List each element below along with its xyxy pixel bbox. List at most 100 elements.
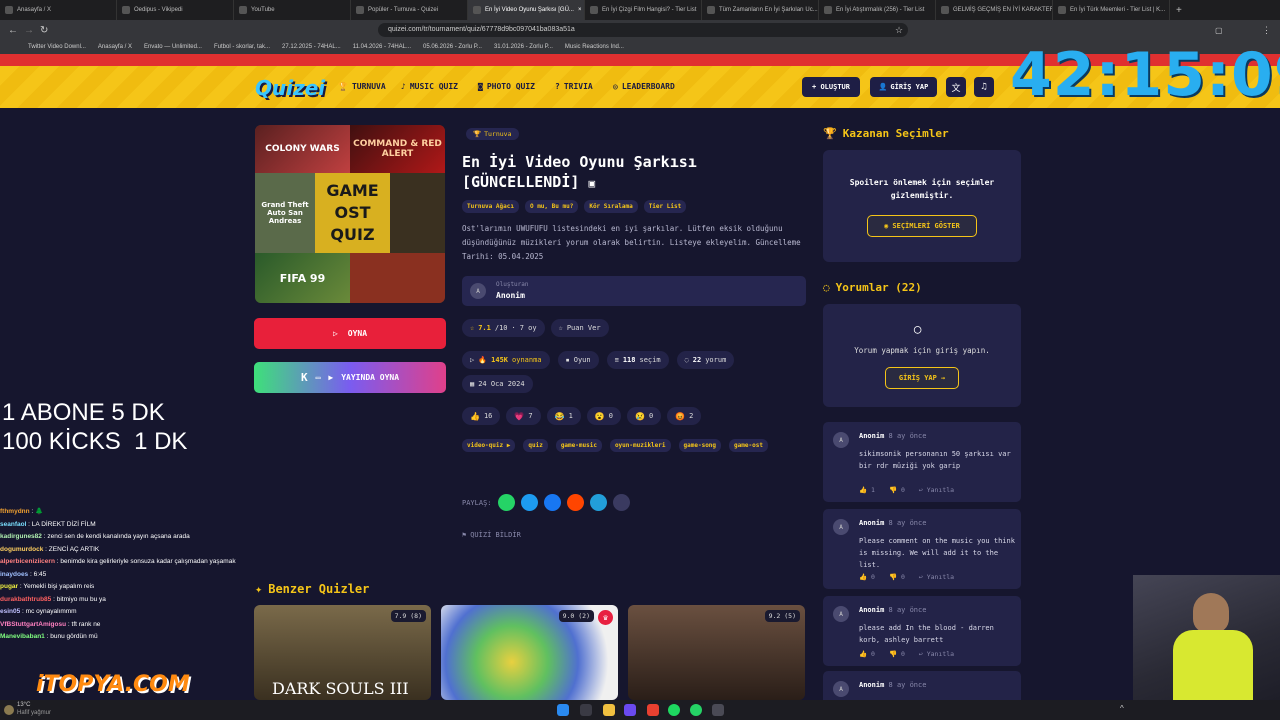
creator-card[interactable]: A Oluşturan Anonim: [462, 276, 806, 306]
tray-chevron-icon[interactable]: ^: [1120, 704, 1124, 713]
browser-tab[interactable]: En İyi Video Oyunu Şarkısı [GÜ... ×: [468, 0, 585, 20]
facebook-share-icon[interactable]: [543, 494, 561, 511]
hashtag-tag[interactable]: game-ost: [729, 439, 768, 452]
rate-button[interactable]: ☆ Puan Ver: [550, 319, 609, 337]
chat-text: bitmiyo mu bu ya: [56, 595, 106, 603]
forward-icon[interactable]: →: [24, 25, 34, 36]
mode-tag[interactable]: Turnuva Ağacı: [462, 200, 519, 213]
site-logo[interactable]: Quizei: [255, 76, 325, 100]
comment-bubble-icon: ◯: [914, 322, 922, 336]
browser-tab[interactable]: GELMİŞ GEÇMİŞ EN İYİ KARAKTER...: [936, 0, 1053, 20]
comment-time: 8 ay önce: [888, 432, 927, 440]
create-button[interactable]: + OLUŞTUR: [802, 77, 860, 97]
nav-photo-quiz[interactable]: ◙ PHOTO QUIZ: [478, 82, 535, 91]
bookmark-item[interactable]: Envato — Unlimited...: [144, 44, 202, 50]
language-icon[interactable]: 文: [946, 77, 966, 97]
reaction-button[interactable]: 😡 2: [667, 407, 702, 425]
similar-card[interactable]: 9.0 (2) ♛: [441, 605, 618, 700]
hashtag-tag[interactable]: video-quiz ▶: [462, 439, 516, 452]
bookmark-item[interactable]: 11.04.2026 - 74HAL...: [353, 44, 411, 50]
nav-music-quiz[interactable]: ♪ MUSIC QUIZ: [401, 82, 458, 91]
like-button[interactable]: 👍 1: [859, 486, 875, 494]
like-button[interactable]: 👍 0: [859, 650, 875, 658]
reddit-share-icon[interactable]: [566, 494, 584, 511]
bookmark-item[interactable]: 05.06.2026 - Zorlu P...: [423, 44, 482, 50]
start-icon[interactable]: [557, 704, 569, 716]
spotify-icon[interactable]: [668, 704, 680, 716]
whatsapp-icon[interactable]: [690, 704, 702, 716]
reaction-button[interactable]: 💗 7: [506, 407, 541, 425]
mode-tag[interactable]: Kör Sıralama: [584, 200, 638, 213]
login-button[interactable]: 👤 GİRİŞ YAP: [870, 77, 937, 97]
hashtag-tag[interactable]: oyun-muzikleri: [609, 439, 671, 452]
comment-login-card: ◯ Yorum yapmak için giriş yapın. GİRİŞ Y…: [823, 304, 1021, 407]
bookmark-item[interactable]: Twitter Video Downl...: [28, 44, 86, 50]
reply-button[interactable]: ↩ Yanıtla: [919, 573, 954, 581]
quiz-title-text: En İyi Video Oyunu Şarkısı [GÜNCELLENDİ]: [462, 153, 697, 191]
browser-tab[interactable]: Oedipus - Vikipedi: [117, 0, 234, 20]
dislike-button[interactable]: 👎 0: [889, 650, 905, 658]
browser-tab[interactable]: En İyi Çizgi Film Hangisi? - Tier List: [585, 0, 702, 20]
tab-favicon-icon: [5, 6, 13, 14]
crown-icon: ♛: [598, 610, 613, 625]
search-icon[interactable]: [580, 704, 592, 716]
new-tab-button[interactable]: +: [1176, 5, 1182, 16]
reaction-button[interactable]: 👍 16: [462, 407, 501, 425]
mode-tag[interactable]: O mu, Bu mu?: [524, 200, 579, 213]
nav-leaderboard[interactable]: ◎ LEADERBOARD: [613, 82, 675, 91]
brave-icon[interactable]: [647, 704, 659, 716]
like-button[interactable]: 👍 0: [859, 573, 875, 581]
login-arrow-icon: →: [940, 374, 946, 382]
hashtag-tag[interactable]: quiz: [523, 439, 548, 452]
reply-button[interactable]: ↩ Yanıtla: [919, 650, 954, 658]
similar-card[interactable]: 7.9 (8) DARK SOULS III: [254, 605, 431, 700]
reaction-button[interactable]: 😢 0: [626, 407, 662, 425]
bookmark-item[interactable]: Futbol - skorlar, tak...: [214, 44, 270, 50]
hashtag-tag[interactable]: game-song: [678, 439, 722, 452]
discord-icon[interactable]: [624, 704, 636, 716]
quiz-title: En İyi Video Oyunu Şarkısı [GÜNCELLENDİ]…: [462, 152, 802, 194]
comment-login-button[interactable]: GİRİŞ YAP →: [885, 367, 959, 389]
browser-tab[interactable]: En İyi Türk Meemleri - Tier List | K...: [1053, 0, 1170, 20]
extensions-icon[interactable]: ▢: [1215, 26, 1223, 35]
x-share-icon[interactable]: [520, 494, 538, 511]
reload-icon[interactable]: ↻: [40, 25, 48, 36]
nav-turnuva[interactable]: 🏆 TURNUVA: [338, 82, 386, 91]
copy-link-icon[interactable]: [612, 494, 630, 511]
report-button[interactable]: ⚑ QUİZİ BİLDİR: [462, 531, 521, 539]
url-field[interactable]: quizei.com/tr/tournament/quiz/67778d9bc0…: [378, 23, 908, 37]
creator-label: Oluşturan: [496, 281, 529, 288]
reaction-button[interactable]: 😮 0: [586, 407, 621, 425]
browser-tab[interactable]: Tüm Zamanların En İyi Şarkıları Uc...: [702, 0, 819, 20]
plays-stat: ▷ 🔥 145K oynanma: [462, 351, 550, 369]
hashtag-tag[interactable]: game-music: [555, 439, 602, 452]
reply-button[interactable]: ↩ Yanıtla: [919, 486, 954, 494]
telegram-share-icon[interactable]: [589, 494, 607, 511]
file-explorer-icon[interactable]: [603, 704, 615, 716]
mode-tag[interactable]: Tier List: [643, 200, 687, 213]
show-choices-button[interactable]: ◉ SEÇİMLERİ GÖSTER: [867, 215, 977, 237]
bell-icon[interactable]: ♫: [974, 77, 994, 97]
trophy-icon: 🏆: [338, 82, 348, 91]
bookmark-item[interactable]: Music Reactions Ind...: [565, 44, 624, 50]
stream-play-button[interactable]: K ▭ ▶ YAYINDA OYNA: [254, 362, 446, 393]
browser-tab[interactable]: Anasayfa / X: [0, 0, 117, 20]
app-icon[interactable]: [712, 704, 724, 716]
whatsapp-share-icon[interactable]: [497, 494, 515, 511]
bookmark-item[interactable]: 27.12.2025 - 74HAL...: [282, 44, 341, 50]
play-button[interactable]: ▷ OYNA: [254, 318, 446, 349]
tab-close-icon[interactable]: ×: [578, 7, 582, 13]
similar-card[interactable]: 9.2 (5): [628, 605, 805, 700]
bookmark-star-icon[interactable]: ☆: [895, 25, 903, 36]
browser-tab[interactable]: En İyi Atıştırmalık (256) - Tier List: [819, 0, 936, 20]
dislike-button[interactable]: 👎 0: [889, 573, 905, 581]
browser-tab[interactable]: YouTube: [234, 0, 351, 20]
bookmark-item[interactable]: 31.01.2026 - Zorlu P...: [494, 44, 553, 50]
reaction-button[interactable]: 😂 1: [546, 407, 581, 425]
nav-trivia[interactable]: ? TRIVIA: [555, 82, 593, 91]
bookmark-item[interactable]: Anasayfa / X: [98, 44, 132, 50]
back-icon[interactable]: ←: [8, 25, 18, 36]
dislike-button[interactable]: 👎 0: [889, 486, 905, 494]
browser-tab[interactable]: Popüler - Turnuva - Quizei: [351, 0, 468, 20]
menu-icon[interactable]: ⋮: [1262, 25, 1271, 36]
